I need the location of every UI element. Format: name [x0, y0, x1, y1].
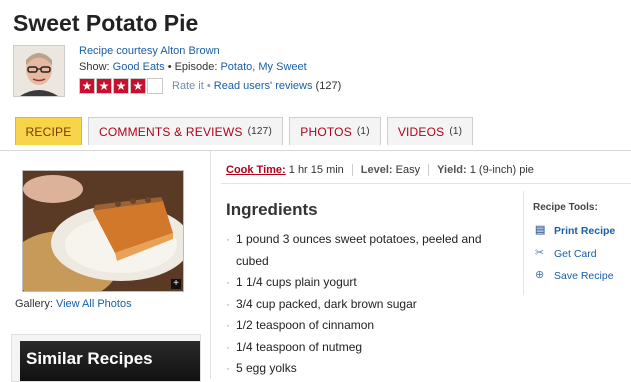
save-recipe-link[interactable]: Save Recipe — [554, 270, 614, 282]
list-item: 3/4 cup packed, dark brown sugar — [226, 294, 516, 316]
gallery-label: Gallery: — [15, 298, 53, 310]
cook-time: Cook Time: 1 hr 15 min — [226, 164, 353, 176]
list-item: 1 1/4 cups plain yogurt — [226, 272, 516, 294]
tab-videos-label: VIDEOS — [397, 124, 445, 139]
chef-avatar[interactable] — [13, 45, 65, 97]
rating-row: ★ ★ ★ ★ ★ Rate it • Read users' reviews … — [79, 78, 341, 94]
view-all-photos-link[interactable]: View All Photos — [56, 298, 132, 310]
ingredients-list: 1 pound 3 ounces sweet potatoes, peeled … — [226, 229, 516, 380]
tab-recipe[interactable]: RECIPE — [15, 117, 82, 145]
star-icon-1[interactable]: ★ — [79, 78, 95, 94]
page-title: Sweet Potato Pie — [13, 10, 199, 36]
recipe-tools-title: Recipe Tools: — [533, 202, 598, 213]
ingredients-heading: Ingredients — [226, 200, 318, 219]
similar-recipes-heading[interactable]: Similar Recipes — [20, 341, 200, 381]
recipe-photo[interactable]: + — [22, 170, 184, 292]
show-label: Show: — [79, 61, 110, 73]
gallery-line: Gallery: View All Photos — [15, 298, 132, 310]
expand-icon[interactable]: + — [171, 279, 181, 289]
add-folder-icon: ⊕ — [535, 269, 545, 281]
print-recipe-link[interactable]: Print Recipe — [554, 225, 615, 237]
episode-link[interactable]: Potato, My Sweet — [220, 61, 306, 73]
column-divider — [210, 151, 211, 379]
cook-time-label[interactable]: Cook Time: — [226, 164, 286, 176]
similar-recipes-box: Similar Recipes — [11, 334, 201, 382]
level-value: Easy — [395, 164, 421, 176]
tab-photos[interactable]: PHOTOS (1) — [289, 117, 381, 145]
tab-recipe-label: RECIPE — [25, 124, 72, 139]
scissors-card-icon: ✂ — [535, 247, 545, 259]
document-icon: ▤ — [535, 224, 546, 236]
level-label: Level: — [360, 164, 393, 176]
print-recipe-button[interactable]: ▤ Print Recipe — [535, 224, 615, 237]
reviews-count: (127) — [315, 80, 342, 92]
cook-time-value: 1 hr 15 min — [288, 164, 344, 176]
yield-value: 1 (9-inch) pie — [469, 164, 534, 176]
show-episode-line: Show: Good Eats • Episode: Potato, My Sw… — [79, 61, 307, 73]
level: Level: Easy — [360, 164, 430, 176]
pie-photo-icon — [23, 171, 183, 291]
recipe-courtesy: Recipe courtesy Alton Brown — [79, 45, 220, 57]
chef-photo-icon — [14, 46, 64, 96]
facts-divider — [221, 183, 631, 184]
rating-links: Rate it • Read users' reviews (127) — [172, 80, 342, 92]
episode-label: • Episode: — [167, 61, 218, 73]
yield-label: Yield: — [437, 164, 467, 176]
tab-comments-label: COMMENTS & REVIEWS — [99, 124, 243, 139]
show-link[interactable]: Good Eats — [113, 61, 165, 73]
recipe-tools: Recipe Tools: ▤ Print Recipe ✂ Get Card … — [523, 191, 631, 295]
rate-it-link[interactable]: Rate it — [172, 80, 204, 92]
recipe-tabs: RECIPE COMMENTS & REVIEWS (127) PHOTOS (… — [0, 108, 631, 151]
list-item: 1/4 teaspoon of nutmeg — [226, 337, 516, 359]
star-icon-2[interactable]: ★ — [96, 78, 112, 94]
list-item: 1/2 teaspoon of cinnamon — [226, 315, 516, 337]
recipe-facts: Cook Time: 1 hr 15 min Level: Easy Yield… — [226, 164, 550, 176]
courtesy-link[interactable]: Recipe courtesy Alton Brown — [79, 45, 220, 57]
tab-videos[interactable]: VIDEOS (1) — [387, 117, 473, 145]
read-reviews-link[interactable]: Read users' reviews — [214, 80, 313, 92]
get-card-link[interactable]: Get Card — [554, 248, 597, 260]
tab-photos-label: PHOTOS — [300, 124, 352, 139]
tab-comments-reviews[interactable]: COMMENTS & REVIEWS (127) — [88, 117, 283, 145]
yield: Yield: 1 (9-inch) pie — [437, 164, 542, 176]
left-panel: + Gallery: View All Photos Similar Recip… — [0, 151, 210, 382]
tab-videos-count: (1) — [449, 126, 463, 137]
list-item: 5 egg yolks — [226, 358, 516, 380]
tab-comments-count: (127) — [247, 126, 272, 137]
tab-photos-count: (1) — [356, 126, 370, 137]
save-recipe-button[interactable]: ⊕ Save Recipe — [535, 269, 614, 282]
star-icon-5[interactable]: ★ — [147, 78, 163, 94]
get-card-button[interactable]: ✂ Get Card — [535, 247, 597, 260]
star-icon-4[interactable]: ★ — [130, 78, 146, 94]
star-icon-3[interactable]: ★ — [113, 78, 129, 94]
list-item: 1 pound 3 ounces sweet potatoes, peeled … — [226, 229, 516, 272]
